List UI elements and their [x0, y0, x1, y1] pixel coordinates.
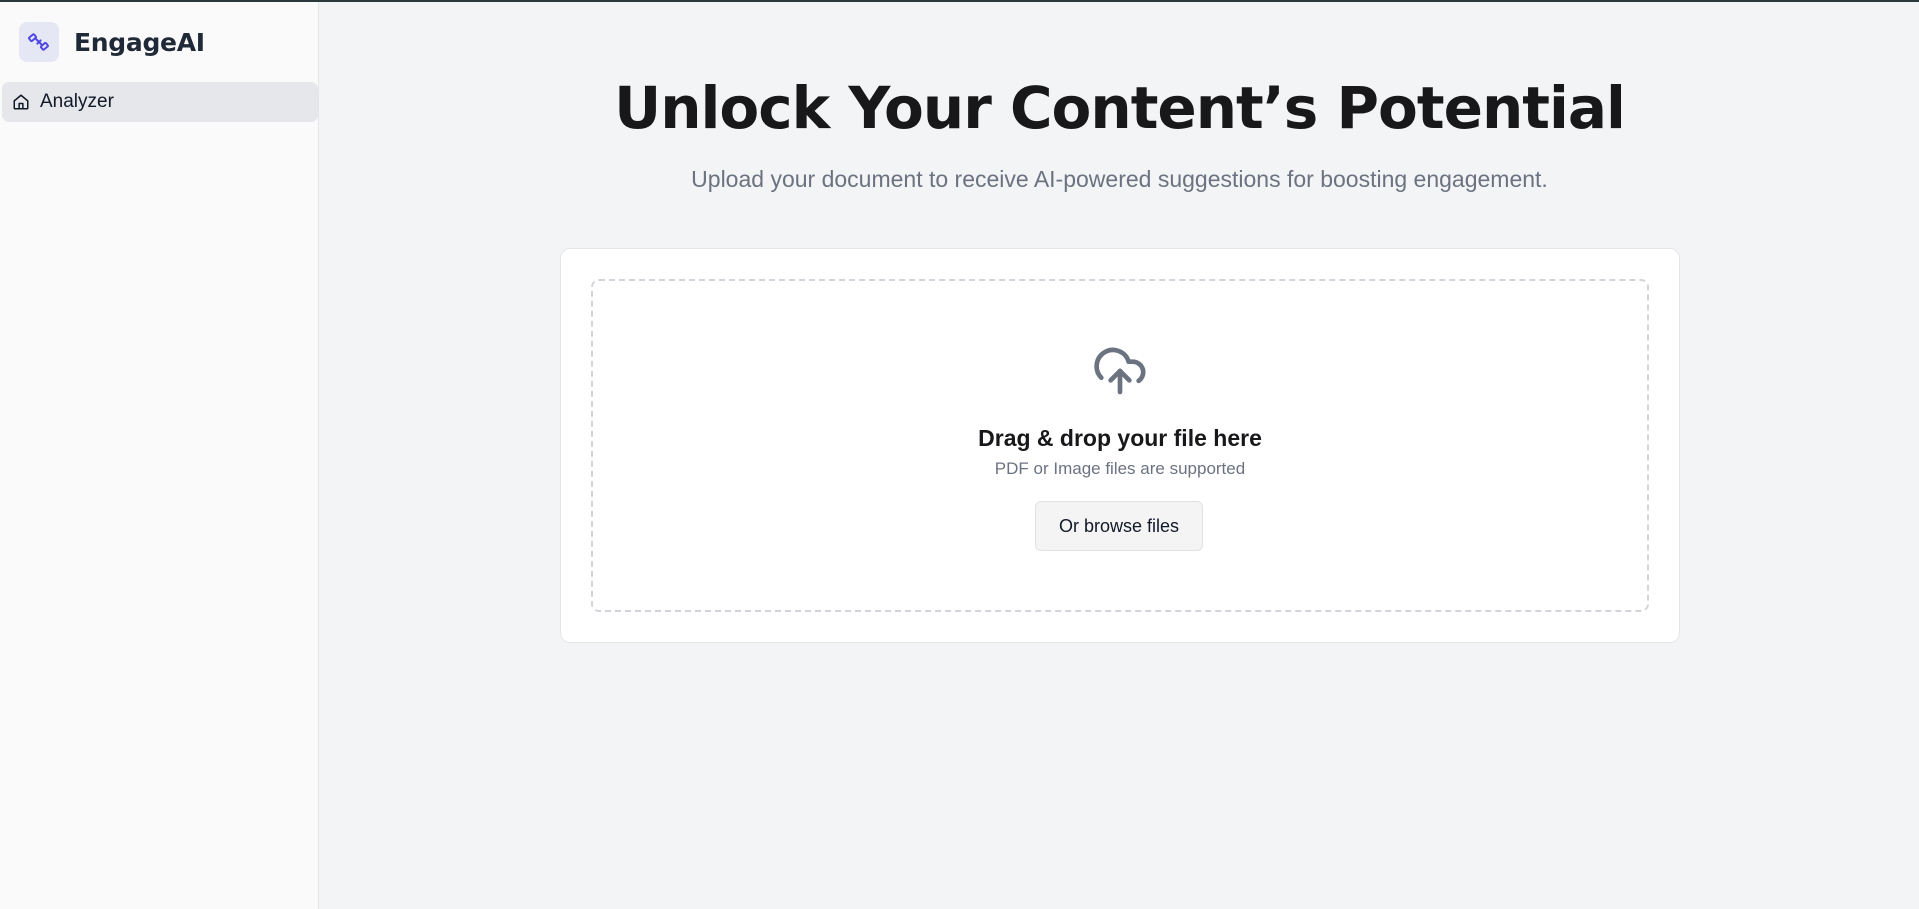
- upload-card: Drag & drop your file here PDF or Image …: [560, 248, 1680, 643]
- brand[interactable]: EngageAI: [19, 22, 205, 62]
- main-content: Unlock Your Content’s Potential Upload y…: [320, 2, 1919, 909]
- sidebar-item-label: Analyzer: [40, 91, 114, 112]
- home-icon: [11, 92, 31, 112]
- page-subtitle: Upload your document to receive AI-power…: [691, 166, 1548, 192]
- page-title: Unlock Your Content’s Potential: [614, 74, 1626, 142]
- satellite-icon: [19, 22, 59, 62]
- file-dropzone[interactable]: Drag & drop your file here PDF or Image …: [591, 279, 1649, 612]
- cloud-upload-icon: [1092, 343, 1148, 399]
- app-name: EngageAI: [74, 27, 205, 57]
- browse-files-button[interactable]: Or browse files: [1035, 501, 1203, 551]
- dropzone-hint: PDF or Image files are supported: [994, 459, 1246, 478]
- sidebar: EngageAI Analyzer: [0, 2, 319, 909]
- sidebar-item-analyzer[interactable]: Analyzer: [2, 82, 318, 122]
- dropzone-title: Drag & drop your file here: [978, 425, 1262, 451]
